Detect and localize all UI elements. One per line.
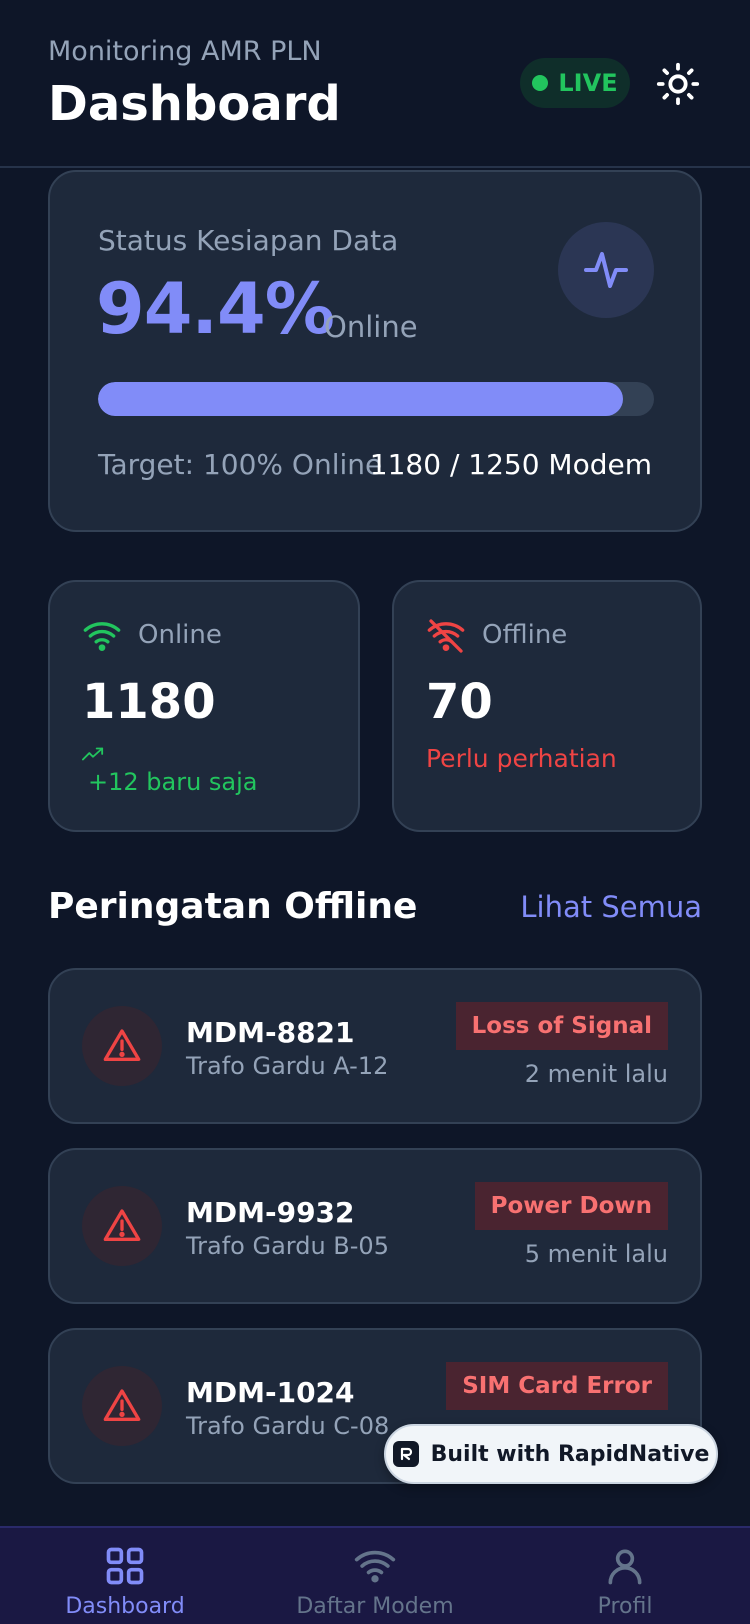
sun-icon: [656, 62, 700, 106]
wifi-icon: [354, 1550, 396, 1583]
bottom-nav: Dashboard Daftar Modem Profil: [0, 1526, 750, 1624]
readiness-label: Status Kesiapan Data: [98, 224, 399, 257]
alert-status-badge: Loss of Signal: [455, 1002, 668, 1050]
nav-label: Daftar Modem: [296, 1594, 454, 1619]
nav-item-daftar-modem[interactable]: Daftar Modem: [275, 1544, 475, 1624]
offline-label: Offline: [482, 620, 568, 650]
alert-status-badge: Power Down: [474, 1182, 668, 1230]
warning-icon: [103, 1029, 141, 1061]
alert-status-badge: SIM Card Error: [446, 1362, 668, 1410]
alert-item[interactable]: MDM-9932 Trafo Gardu B-05 Power Down 5 m…: [48, 1148, 702, 1304]
trending-up-icon: [82, 747, 104, 761]
live-label: LIVE: [558, 69, 618, 97]
alert-icon-wrap: [82, 1366, 162, 1446]
built-with-badge[interactable]: Built with RapidNative: [384, 1424, 718, 1484]
theme-toggle-button[interactable]: [654, 60, 702, 108]
alert-location: Trafo Gardu B-05: [186, 1232, 389, 1260]
nav-label: Dashboard: [65, 1594, 185, 1619]
online-stat-card[interactable]: Online 1180 +12 baru saja: [48, 580, 360, 832]
app-subtitle: Monitoring AMR PLN: [48, 36, 322, 67]
activity-icon-wrap: [558, 222, 654, 318]
online-value: 1180: [82, 674, 216, 730]
warning-icon: [103, 1209, 141, 1241]
rapidnative-logo-icon: [392, 1441, 419, 1467]
readiness-value: 94.4%: [96, 268, 335, 350]
section-title: Peringatan Offline: [48, 886, 418, 927]
nav-item-dashboard[interactable]: Dashboard: [25, 1544, 225, 1624]
progress-fill: [98, 382, 623, 416]
progress-bar: [98, 382, 654, 416]
live-badge: LIVE: [520, 58, 630, 108]
offline-note: Perlu perhatian: [426, 744, 617, 773]
modem-count: 1180 / 1250 Modem: [369, 448, 652, 481]
nav-label: Profil: [597, 1594, 653, 1619]
alert-modem-id: MDM-1024: [186, 1376, 355, 1409]
alert-time: 2 menit lalu: [524, 1060, 668, 1088]
warning-icon: [103, 1389, 141, 1421]
app-header: Monitoring AMR PLN Dashboard LIVE: [0, 0, 750, 168]
live-dot-icon: [532, 75, 549, 91]
offline-stat-card[interactable]: Offline 70 Perlu perhatian: [392, 580, 702, 832]
built-with-text: Built with RapidNative: [430, 1441, 710, 1467]
alert-icon-wrap: [82, 1186, 162, 1266]
see-all-link[interactable]: Lihat Semua: [520, 890, 702, 924]
page-title: Dashboard: [48, 76, 341, 132]
wifi-icon: [83, 622, 121, 651]
alert-location: Trafo Gardu A-12: [186, 1052, 389, 1080]
nav-item-profil[interactable]: Profil: [525, 1544, 725, 1624]
readiness-unit: Online: [324, 310, 418, 344]
alert-item[interactable]: MDM-8821 Trafo Gardu A-12 Loss of Signal…: [48, 968, 702, 1124]
online-trend: +12 baru saja: [88, 768, 258, 796]
wifi-off-icon: [427, 619, 465, 653]
alert-modem-id: MDM-8821: [186, 1016, 355, 1049]
target-text: Target: 100% Online: [98, 448, 383, 481]
grid-icon: [106, 1547, 144, 1585]
offline-value: 70: [426, 674, 493, 730]
alert-icon-wrap: [82, 1006, 162, 1086]
readiness-card: Status Kesiapan Data 94.4% Online Target…: [48, 170, 702, 532]
alert-time: 5 menit lalu: [524, 1240, 668, 1268]
user-icon: [608, 1549, 642, 1585]
alert-location: Trafo Gardu C-08: [186, 1412, 390, 1440]
activity-icon: [584, 252, 628, 288]
online-label: Online: [138, 620, 222, 650]
alert-modem-id: MDM-9932: [186, 1196, 355, 1229]
